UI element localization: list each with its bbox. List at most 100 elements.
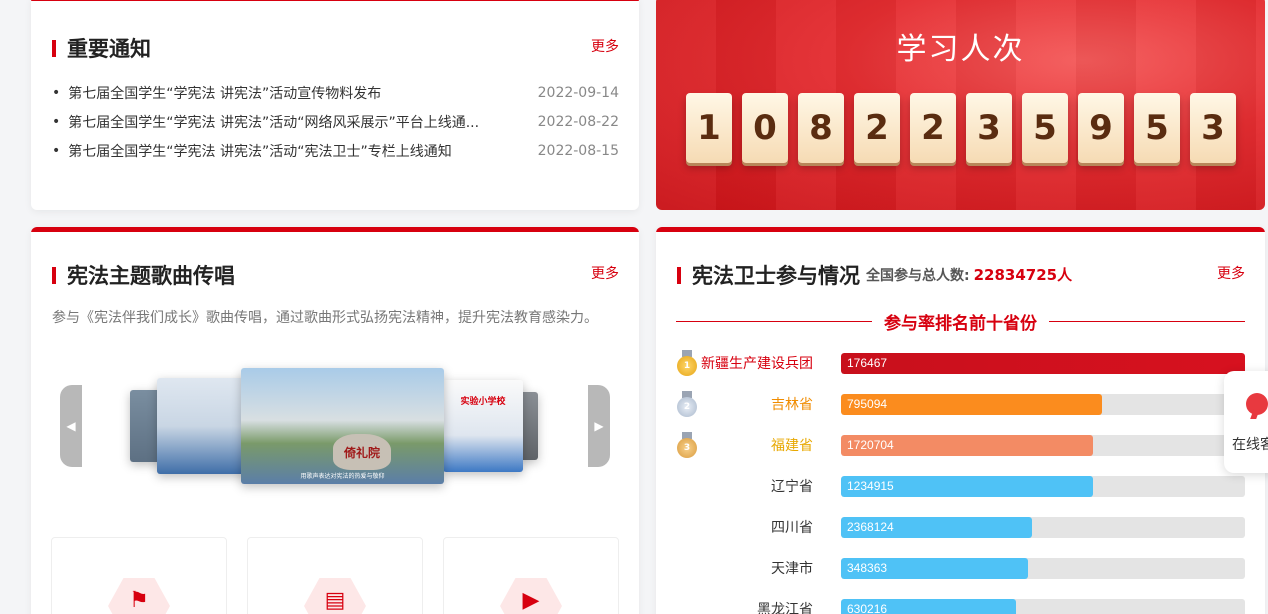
participation-bar-track: 176467 bbox=[841, 352, 1245, 374]
feature-tile[interactable]: ▤ bbox=[247, 537, 423, 614]
participation-bar: 176467 bbox=[841, 352, 1245, 374]
title-bar-decoration bbox=[52, 266, 56, 284]
notice-item[interactable]: 第七届全国学生“学宪法 讲宪法”活动“网络风采展示”平台上线通... 2022-… bbox=[52, 107, 619, 136]
total-label: 全国参与总人数: bbox=[866, 268, 970, 284]
notice-item-title[interactable]: 第七届全国学生“学宪法 讲宪法”活动宣传物料发布 bbox=[52, 83, 381, 103]
video-icon: ▶ bbox=[500, 578, 562, 614]
guard-title: 宪法卫士参与情况 bbox=[677, 260, 860, 290]
carousel-slide[interactable]: 实验小学校 bbox=[443, 380, 523, 472]
counter-digit: 0 bbox=[742, 93, 788, 163]
medal-rank: 2 bbox=[677, 397, 697, 417]
notice-more-link[interactable]: 更多 bbox=[591, 36, 619, 56]
silver-medal-icon: 2 bbox=[676, 391, 698, 417]
ranking-row: 3 福建省 1720704 bbox=[676, 432, 1245, 458]
notice-list: 第七届全国学生“学宪法 讲宪法”活动宣传物料发布 2022-09-14 第七届全… bbox=[52, 78, 619, 165]
ranking-row: 辽宁省 1234915 bbox=[676, 475, 1245, 497]
counter-digit: 5 bbox=[1022, 93, 1068, 163]
province-name: 天津市 bbox=[771, 561, 813, 577]
counter-title: 学习人次 bbox=[896, 32, 1025, 67]
title-bar-decoration bbox=[677, 266, 681, 284]
feature-tile[interactable]: ▶ bbox=[443, 537, 619, 614]
learning-counter-panel: 学习人次 1 0 8 2 2 3 5 9 5 3 bbox=[656, 0, 1265, 210]
counter-digit: 5 bbox=[1134, 93, 1180, 163]
province-name: 福建省 bbox=[771, 438, 813, 454]
medal-placeholder bbox=[676, 555, 698, 581]
counter-digit: 2 bbox=[910, 93, 956, 163]
notice-card: 重要通知 更多 第七届全国学生“学宪法 讲宪法”活动宣传物料发布 2022-09… bbox=[31, 0, 639, 210]
participation-bar-track: 795094 bbox=[841, 393, 1245, 415]
ranking-row: 2 吉林省 795094 bbox=[676, 391, 1245, 417]
title-bar-decoration bbox=[52, 39, 56, 57]
ranking-row: 四川省 2368124 bbox=[676, 516, 1245, 538]
participation-bar-track: 1720704 bbox=[841, 434, 1245, 456]
ranking-subtitle: 参与率排名前十省份 bbox=[676, 309, 1245, 334]
feature-tiles: ⚑ ▤ ▶ bbox=[51, 537, 619, 614]
notice-title-text: 重要通知 bbox=[67, 37, 151, 61]
medal-placeholder bbox=[676, 596, 698, 614]
gold-medal-icon: 1 bbox=[676, 350, 698, 376]
medal-rank: 3 bbox=[677, 438, 697, 458]
participation-bar: 348363 bbox=[841, 557, 1029, 579]
song-description: 参与《宪法伴我们成长》歌曲传唱，通过歌曲形式弘扬宪法精神，提升宪法教育感染力。 bbox=[52, 310, 598, 326]
medal-placeholder bbox=[676, 514, 698, 540]
chat-icon bbox=[1246, 393, 1268, 415]
video-caption: 用歌声表达对宪法的热爱与敬仰 bbox=[300, 473, 385, 480]
participation-bar: 1234915 bbox=[841, 475, 1094, 497]
notice-item-date: 2022-09-14 bbox=[537, 84, 619, 101]
participation-bar: 795094 bbox=[841, 393, 1102, 415]
notice-item-title[interactable]: 第七届全国学生“学宪法 讲宪法”活动“宪法卫士”专栏上线通知 bbox=[52, 141, 451, 161]
province-name: 辽宁省 bbox=[771, 479, 813, 495]
ranking-row: 1 新疆生产建设兵团 176467 bbox=[676, 350, 1245, 376]
counter-digits: 1 0 8 2 2 3 5 9 5 3 bbox=[686, 93, 1236, 163]
counter-digit: 3 bbox=[1190, 93, 1236, 163]
song-card: 宪法主题歌曲传唱 更多 参与《宪法伴我们成长》歌曲传唱，通过歌曲形式弘扬宪法精神… bbox=[31, 227, 639, 614]
participation-bar-track: 348363 bbox=[841, 557, 1245, 579]
medal-placeholder bbox=[676, 473, 698, 499]
divider bbox=[676, 321, 872, 322]
participation-bar: 1720704 bbox=[841, 434, 1094, 456]
online-service-label: 在线客服 bbox=[1232, 437, 1268, 453]
counter-digit: 9 bbox=[1078, 93, 1124, 163]
counter-digit: 1 bbox=[686, 93, 732, 163]
flag-icon: ⚑ bbox=[108, 578, 170, 614]
province-name: 黑龙江省 bbox=[757, 602, 813, 614]
notice-item-date: 2022-08-22 bbox=[537, 113, 619, 130]
participation-bar-track: 2368124 bbox=[841, 516, 1245, 538]
bronze-medal-icon: 3 bbox=[676, 432, 698, 458]
participation-bar: 2368124 bbox=[841, 516, 1033, 538]
online-service-button[interactable]: 在线客服 bbox=[1224, 371, 1268, 473]
ranking-row: 天津市 348363 bbox=[676, 557, 1245, 579]
total-participants: 全国参与总人数: 22834725人 bbox=[866, 264, 1072, 285]
province-name: 吉林省 bbox=[771, 397, 813, 413]
notice-item-title[interactable]: 第七届全国学生“学宪法 讲宪法”活动“网络风采展示”平台上线通... bbox=[52, 112, 479, 132]
school-sign-text: 实验小学校 bbox=[460, 397, 506, 407]
province-name: 新疆生产建设兵团 bbox=[701, 356, 813, 372]
province-name: 四川省 bbox=[771, 520, 813, 536]
counter-digit: 2 bbox=[854, 93, 900, 163]
carousel-slide[interactable] bbox=[157, 378, 247, 474]
medal-rank: 1 bbox=[677, 356, 697, 376]
document-icon: ▤ bbox=[304, 578, 366, 614]
participation-bar-track: 630216 bbox=[841, 598, 1245, 614]
carousel-prev-button[interactable]: ◀ bbox=[60, 385, 82, 467]
carousel-next-button[interactable]: ▶ bbox=[588, 385, 610, 467]
stone-inscription: 倚礼院 bbox=[333, 434, 391, 470]
notice-item[interactable]: 第七届全国学生“学宪法 讲宪法”活动宣传物料发布 2022-09-14 bbox=[52, 78, 619, 107]
counter-digit: 8 bbox=[798, 93, 844, 163]
participation-bar: 630216 bbox=[841, 598, 1016, 614]
participation-bar-track: 1234915 bbox=[841, 475, 1245, 497]
song-more-link[interactable]: 更多 bbox=[591, 263, 619, 283]
carousel-slide-active[interactable]: 倚礼院 用歌声表达对宪法的热爱与敬仰 bbox=[241, 368, 444, 484]
song-title: 宪法主题歌曲传唱 bbox=[52, 260, 235, 290]
guard-title-text: 宪法卫士参与情况 bbox=[692, 264, 860, 288]
total-value: 22834725人 bbox=[973, 266, 1073, 284]
notice-item[interactable]: 第七届全国学生“学宪法 讲宪法”活动“宪法卫士”专栏上线通知 2022-08-1… bbox=[52, 136, 619, 165]
guard-more-link[interactable]: 更多 bbox=[1217, 263, 1245, 283]
ranking-row: 黑龙江省 630216 bbox=[676, 598, 1245, 614]
guard-card: 宪法卫士参与情况 全国参与总人数: 22834725人 更多 参与率排名前十省份 … bbox=[656, 227, 1265, 614]
chevron-left-icon: ◀ bbox=[66, 419, 76, 433]
divider bbox=[1049, 321, 1245, 322]
ranking-subtitle-text: 参与率排名前十省份 bbox=[884, 314, 1037, 334]
notice-title: 重要通知 bbox=[52, 33, 151, 63]
feature-tile[interactable]: ⚑ bbox=[51, 537, 227, 614]
